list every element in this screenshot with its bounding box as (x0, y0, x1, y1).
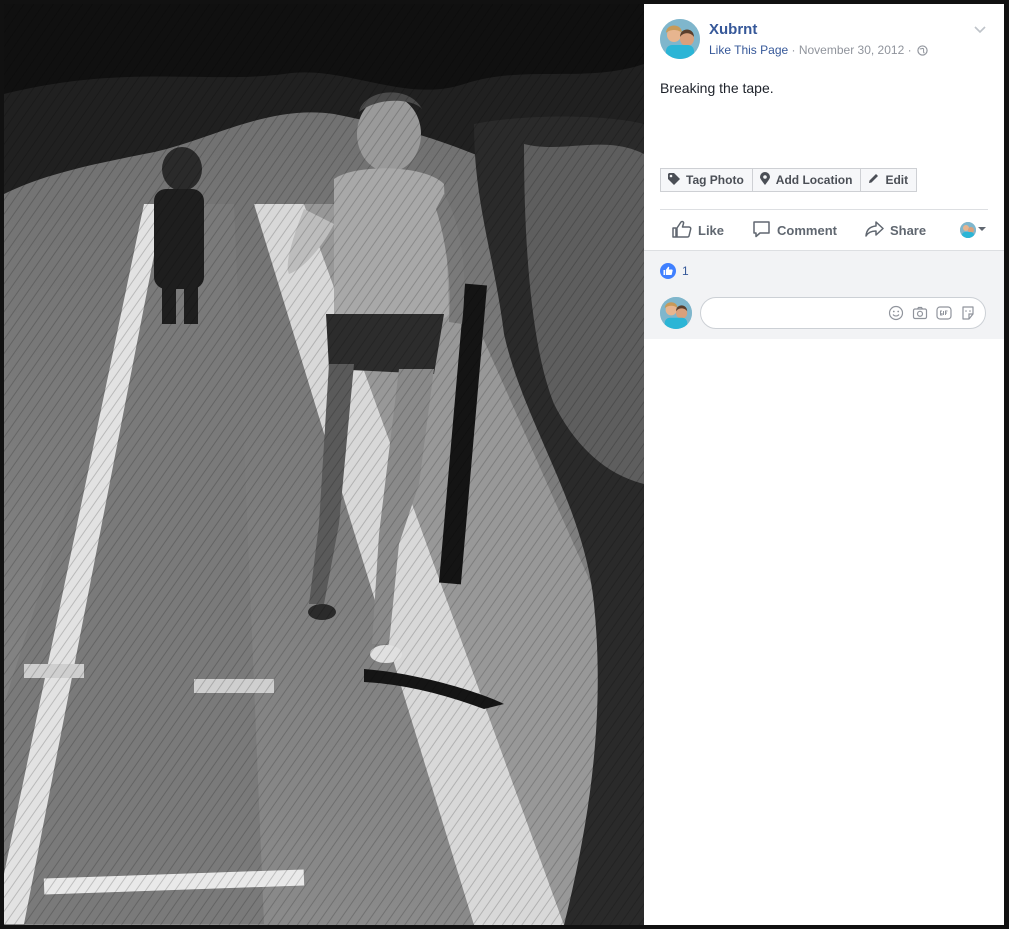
reactions-summary[interactable]: 1 (660, 263, 689, 279)
post-caption: Breaking the tape. (660, 80, 774, 96)
caret-down-icon (976, 221, 988, 239)
gif-icon[interactable] (936, 305, 952, 321)
author-avatar[interactable] (660, 19, 700, 59)
pencil-icon (867, 172, 885, 188)
meta-separator-2: · (904, 43, 915, 57)
share-label: Share (889, 222, 927, 238)
commenter-avatar (660, 297, 692, 329)
comment-input-tools (888, 305, 976, 321)
post-meta: Like This Page · November 30, 2012 · (709, 43, 928, 59)
smiley-icon[interactable] (888, 305, 904, 321)
globe-icon[interactable] (917, 45, 928, 59)
comments-section: 1 (644, 250, 1004, 339)
sticker-icon[interactable] (960, 305, 976, 321)
author-name[interactable]: Xubrnt (709, 21, 757, 38)
photo-tools: Tag Photo Add Location Edit (660, 168, 918, 192)
post-panel: Xubrnt Like This Page · November 30, 201… (644, 4, 1004, 925)
share-button[interactable]: Share (865, 220, 927, 240)
meta-separator: · (788, 43, 799, 57)
post-date[interactable]: November 30, 2012 (799, 43, 904, 57)
reaction-count: 1 (682, 264, 689, 278)
like-label: Like (698, 222, 725, 238)
like-button[interactable]: Like (672, 220, 724, 241)
share-arrow-icon (865, 220, 890, 240)
speech-bubble-icon (752, 220, 777, 241)
add-location-button[interactable]: Add Location (752, 168, 862, 192)
page-avatar (960, 222, 976, 238)
post-header: Xubrnt Like This Page · November 30, 201… (660, 19, 988, 59)
edit-label: Edit (885, 173, 909, 187)
like-page-link[interactable]: Like This Page (709, 43, 788, 57)
camera-icon[interactable] (912, 305, 928, 321)
tag-icon (667, 172, 686, 189)
chevron-down-icon[interactable] (972, 21, 988, 37)
tag-photo-button[interactable]: Tag Photo (660, 168, 753, 192)
photo-viewer[interactable] (4, 4, 644, 925)
comment-label: Comment (777, 222, 837, 238)
runner-photo (4, 4, 644, 925)
like-reaction-icon (660, 263, 676, 279)
comment-button[interactable]: Comment (752, 220, 837, 241)
tag-photo-label: Tag Photo (686, 173, 744, 187)
location-pin-icon (759, 171, 776, 189)
add-location-label: Add Location (775, 173, 853, 187)
post-as-selector[interactable] (960, 221, 988, 239)
edit-button[interactable]: Edit (861, 168, 918, 192)
thumbs-up-icon (672, 220, 698, 241)
post-actions: Like Comment Share (660, 210, 988, 250)
